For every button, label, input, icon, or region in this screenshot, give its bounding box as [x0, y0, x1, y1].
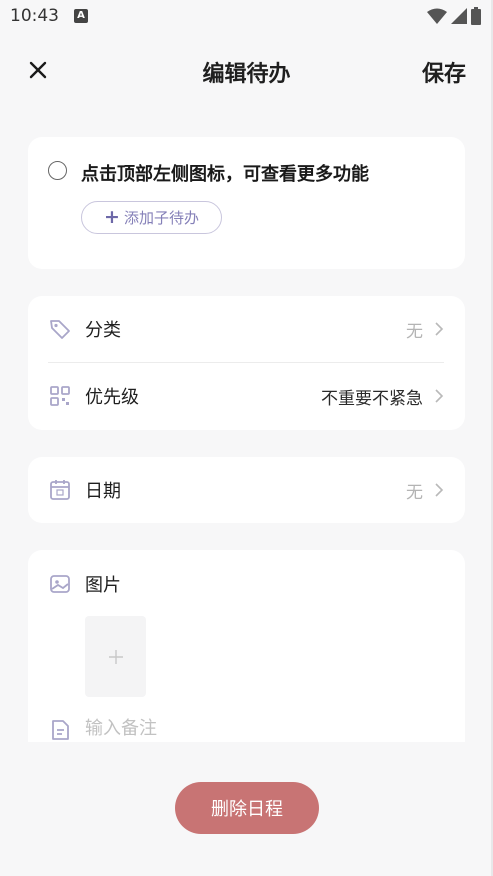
status-icons	[427, 7, 481, 25]
add-image-button[interactable]	[85, 616, 146, 697]
add-subtask-label: 添加子待办	[123, 209, 199, 227]
category-label: 分类	[85, 320, 121, 341]
media-card: 图片	[28, 550, 465, 742]
date-card: 日期 无	[28, 457, 465, 523]
wifi-icon	[427, 8, 447, 24]
signal-icon	[451, 8, 467, 24]
priority-grid-icon	[50, 386, 70, 406]
chevron-right-icon	[435, 322, 444, 336]
keyboard-indicator-icon: A	[74, 9, 88, 23]
page-title: 编辑待办	[202, 62, 291, 87]
date-label: 日期	[85, 481, 121, 502]
calendar-icon	[50, 480, 70, 500]
category-value: 无	[406, 322, 423, 342]
plus-icon: +	[104, 206, 120, 228]
image-label: 图片	[85, 575, 121, 596]
delete-schedule-button[interactable]: 删除日程	[175, 782, 319, 834]
plus-icon	[108, 649, 123, 664]
todo-complete-radio[interactable]	[48, 161, 67, 180]
chevron-right-icon	[435, 389, 444, 403]
status-time: 10:43	[10, 6, 59, 26]
meta-card: 分类 无 优先级 不重要不紧急	[28, 296, 465, 430]
todo-title[interactable]: 点击顶部左侧图标，可查看更多功能	[81, 160, 369, 186]
tag-icon	[50, 320, 70, 339]
note-icon	[52, 720, 69, 740]
status-bar: 10:43 A	[0, 0, 493, 34]
note-input[interactable]	[85, 714, 445, 742]
priority-value: 不重要不紧急	[321, 389, 423, 409]
priority-label: 优先级	[85, 387, 139, 408]
edit-todo-screen: 10:43 A 编辑待办 保存 点击顶部左侧图标，可查看更多功能 + 添加子待办…	[0, 0, 493, 876]
battery-icon	[471, 7, 481, 25]
todo-card: 点击顶部左侧图标，可查看更多功能 + 添加子待办	[28, 137, 465, 269]
date-row[interactable]: 日期 无	[28, 457, 465, 523]
save-button[interactable]: 保存	[422, 56, 466, 88]
chevron-right-icon	[435, 483, 444, 497]
date-value: 无	[406, 483, 423, 503]
image-icon	[50, 575, 70, 593]
priority-row[interactable]: 优先级 不重要不紧急	[28, 363, 465, 429]
header: 编辑待办 保存	[0, 44, 493, 96]
add-subtask-button[interactable]: + 添加子待办	[81, 201, 222, 234]
category-row[interactable]: 分类 无	[28, 296, 465, 362]
